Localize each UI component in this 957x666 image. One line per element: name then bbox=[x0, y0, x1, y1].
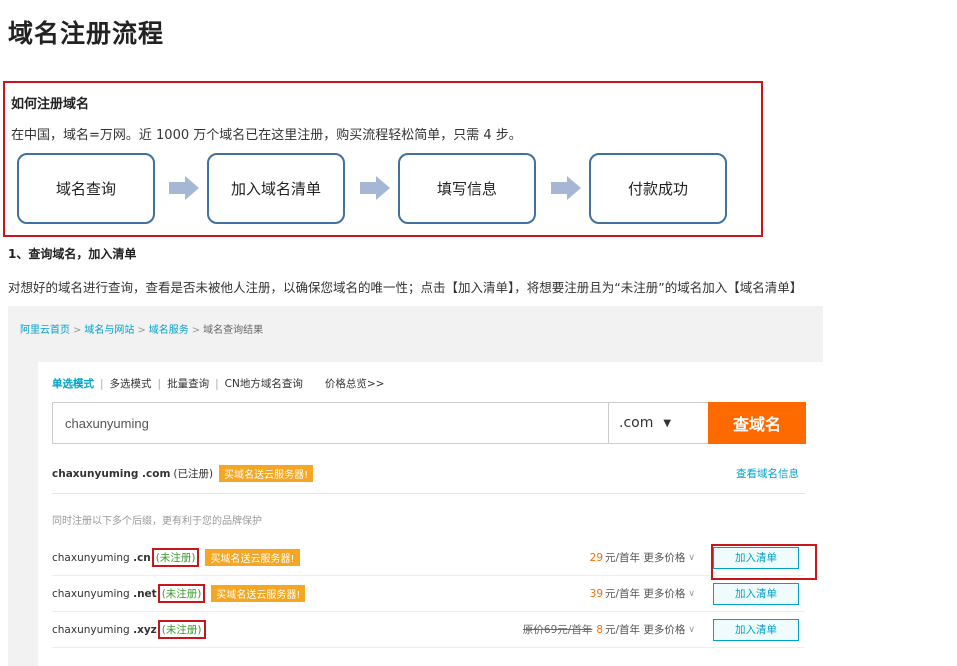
tab-cn-local-query[interactable]: CN地方域名查询 bbox=[225, 378, 303, 390]
breadcrumb-domain-site-link[interactable]: 域名与网站 bbox=[84, 325, 134, 336]
domain-name: chaxunyuming bbox=[52, 551, 130, 564]
intro-text: 在中国，域名=万网。近 1000 万个域名已在这里注册，购买流程轻松简单，只需 … bbox=[11, 128, 522, 143]
domain-tld: .xyz bbox=[133, 623, 157, 636]
tab-batch-query[interactable]: 批量查询 bbox=[167, 378, 209, 390]
domain-tld: .net bbox=[133, 587, 157, 600]
unregistered-status: (未注册) bbox=[151, 548, 200, 567]
tab-single-mode[interactable]: 单选模式 bbox=[52, 378, 94, 390]
unregistered-status: (未注册) bbox=[157, 584, 206, 603]
promo-badge[interactable]: 买域名送云服务器! bbox=[205, 549, 300, 566]
price-info: 39 元/首年 更多价格 ∨ bbox=[590, 586, 695, 601]
search-mode-tabs: 单选模式 | 多选模式 | 批量查询 | CN地方域名查询 价格总览>> bbox=[52, 376, 384, 391]
arrow-right-icon bbox=[360, 176, 390, 200]
breadcrumb-domain-service-link[interactable]: 域名服务 bbox=[149, 325, 189, 336]
price-unit: 元/首年 bbox=[605, 552, 641, 564]
chevron-down-icon: ∨ bbox=[688, 552, 695, 563]
promo-badge[interactable]: 买域名送云服务器! bbox=[211, 585, 306, 602]
price-value: 29 bbox=[589, 551, 604, 564]
intro-heading: 如何注册域名 bbox=[11, 97, 90, 112]
embedded-screenshot: 阿里云首页 > 域名与网站 > 域名服务 > 域名查询结果 单选模式 | 多选模式 | 批量查询 | C… bbox=[8, 306, 823, 666]
original-price: 原价69元/首年 bbox=[522, 624, 593, 636]
tab-divider: | bbox=[215, 378, 219, 390]
registered-domain: chaxunyuming .com bbox=[52, 467, 171, 480]
step-label: 加入域名清单 bbox=[230, 180, 321, 198]
registered-result-row: chaxunyuming .com (已注册) 买域名送云服务器! 查看域名信息 bbox=[52, 454, 805, 494]
price-unit: 元/首年 bbox=[605, 588, 641, 600]
domain-row-net: chaxunyuming .net (未注册) 买域名送云服务器! 39 元/首年… bbox=[52, 576, 805, 612]
step-label: 域名查询 bbox=[55, 180, 116, 198]
domain-name: chaxunyuming bbox=[52, 623, 130, 636]
breadcrumb-separator: > bbox=[73, 325, 82, 336]
chevron-down-icon: ∨ bbox=[688, 624, 695, 635]
price-info: 29 元/首年 更多价格 ∨ bbox=[590, 550, 695, 565]
caret-down-icon: ▼ bbox=[663, 417, 672, 429]
breadcrumb-separator: > bbox=[137, 325, 146, 336]
domain-row-cn: chaxunyuming .cn (未注册) 买域名送云服务器! 29 元/首年 … bbox=[52, 540, 805, 576]
promo-badge[interactable]: 买域名送云服务器! bbox=[219, 465, 314, 482]
highlight-frame bbox=[711, 544, 817, 580]
add-to-list-button[interactable]: 加入清单 bbox=[713, 618, 799, 641]
price-unit: 元/首年 bbox=[605, 624, 641, 636]
step-payment-success: 付款成功 bbox=[589, 153, 727, 224]
arrow-right-icon bbox=[551, 176, 581, 200]
step-domain-search: 域名查询 bbox=[17, 153, 155, 224]
domain-row-xyz: chaxunyuming .xyz (未注册) 原价69元/首年 8 元/首年 更多… bbox=[52, 612, 805, 648]
step-label: 付款成功 bbox=[627, 180, 688, 198]
unregistered-status: (未注册) bbox=[157, 620, 206, 639]
domain-tld: .cn bbox=[133, 551, 151, 564]
search-panel: 单选模式 | 多选模式 | 批量查询 | CN地方域名查询 价格总览>> .com ▼ 查域名… bbox=[38, 362, 823, 666]
more-prices-link[interactable]: 更多价格 bbox=[643, 622, 685, 637]
step-label: 填写信息 bbox=[436, 180, 497, 198]
intro-box: 如何注册域名 在中国，域名=万网。近 1000 万个域名已在这里注册，购买流程轻… bbox=[3, 81, 763, 237]
breadcrumb-home-link[interactable]: 阿里云首页 bbox=[20, 325, 70, 336]
tab-divider: | bbox=[157, 378, 162, 390]
section-title: 1、查询域名，加入清单 bbox=[8, 247, 137, 261]
price-value: 39 bbox=[589, 587, 604, 600]
registered-status: (已注册) bbox=[173, 468, 214, 480]
price-info: 原价69元/首年 8 元/首年 更多价格 ∨ bbox=[523, 622, 695, 637]
price-value: 8 bbox=[596, 623, 604, 636]
add-to-list-button[interactable]: 加入清单 bbox=[713, 582, 799, 605]
breadcrumb-current: 域名查询结果 bbox=[203, 325, 264, 336]
arrow-right-icon bbox=[169, 176, 199, 200]
tab-divider: | bbox=[100, 378, 104, 390]
suffix-hint: 同时注册以下多个后缀，更有利于您的品牌保护 bbox=[52, 516, 262, 527]
domain-name: chaxunyuming bbox=[52, 587, 130, 600]
step-add-to-list: 加入域名清单 bbox=[207, 153, 345, 224]
process-steps: 域名查询 加入域名清单 填写信息 付款成功 bbox=[17, 153, 737, 225]
more-prices-link[interactable]: 更多价格 bbox=[643, 586, 685, 601]
chevron-down-icon: ∨ bbox=[688, 588, 695, 599]
section-description: 对想好的域名进行查询，查看是否未被他人注册，以确保您域名的唯一性；点击【加入清单… bbox=[8, 280, 803, 295]
page-title: 域名注册流程 bbox=[8, 19, 165, 48]
domain-search-bar: .com ▼ 查域名 bbox=[52, 402, 806, 444]
tld-select-value: .com bbox=[619, 415, 654, 431]
step-fill-info: 填写信息 bbox=[398, 153, 536, 224]
view-domain-info-link[interactable]: 查看域名信息 bbox=[736, 466, 799, 481]
breadcrumb: 阿里云首页 > 域名与网站 > 域名服务 > 域名查询结果 bbox=[20, 321, 263, 336]
tab-multi-mode[interactable]: 多选模式 bbox=[110, 378, 152, 390]
tld-select[interactable]: .com ▼ bbox=[608, 403, 708, 443]
more-prices-link[interactable]: 更多价格 bbox=[643, 550, 685, 565]
price-overview-link[interactable]: 价格总览>> bbox=[325, 378, 385, 390]
search-domain-button[interactable]: 查域名 bbox=[708, 402, 806, 444]
domain-search-input[interactable] bbox=[53, 403, 608, 443]
breadcrumb-separator: > bbox=[191, 325, 201, 336]
